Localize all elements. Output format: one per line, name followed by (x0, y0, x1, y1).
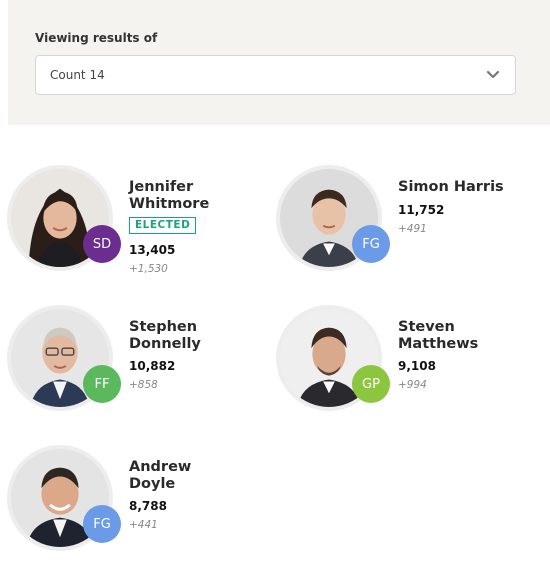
transfer-count: +858 (129, 379, 158, 391)
chevron-down-icon (486, 70, 500, 79)
vote-count: 8,788 (129, 499, 167, 513)
party-badge: FG (352, 225, 390, 263)
party-badge: SD (83, 225, 121, 263)
candidate-card[interactable]: FF Stephen Donnelly 10,882 +858 (7, 305, 257, 425)
filter-label: Viewing results of (35, 31, 158, 45)
vote-count: 13,405 (129, 243, 176, 257)
candidate-name: Stephen Donnelly (129, 319, 201, 352)
candidate-name: Jennifer Whitmore (129, 179, 210, 212)
candidate-card[interactable]: GP Steven Matthews 9,108 +994 (276, 305, 526, 425)
vote-count: 9,108 (398, 359, 436, 373)
candidate-card[interactable]: FG Andrew Doyle 8,788 +441 (7, 445, 257, 565)
transfer-count: +491 (398, 223, 427, 235)
candidate-name: Steven Matthews (398, 319, 479, 352)
vote-count: 11,752 (398, 203, 445, 217)
vote-count: 10,882 (129, 359, 176, 373)
elected-badge: ELECTED (129, 217, 197, 234)
candidate-card[interactable]: FG Simon Harris 11,752 +491 (276, 165, 526, 285)
count-select[interactable]: Count 14 (35, 55, 516, 95)
candidate-card[interactable]: SD Jennifer Whitmore ELECTED 13,405 +1,5… (7, 165, 257, 285)
results-filter-panel: Viewing results of Count 14 (8, 0, 550, 125)
candidate-name: Simon Harris (398, 179, 504, 195)
count-select-value: Count 14 (50, 68, 105, 82)
transfer-count: +994 (398, 379, 427, 391)
transfer-count: +1,530 (129, 263, 168, 275)
candidate-name: Andrew Doyle (129, 459, 192, 492)
transfer-count: +441 (129, 519, 158, 531)
party-badge: FF (83, 365, 121, 403)
party-badge: FG (83, 505, 121, 543)
party-badge: GP (352, 365, 390, 403)
